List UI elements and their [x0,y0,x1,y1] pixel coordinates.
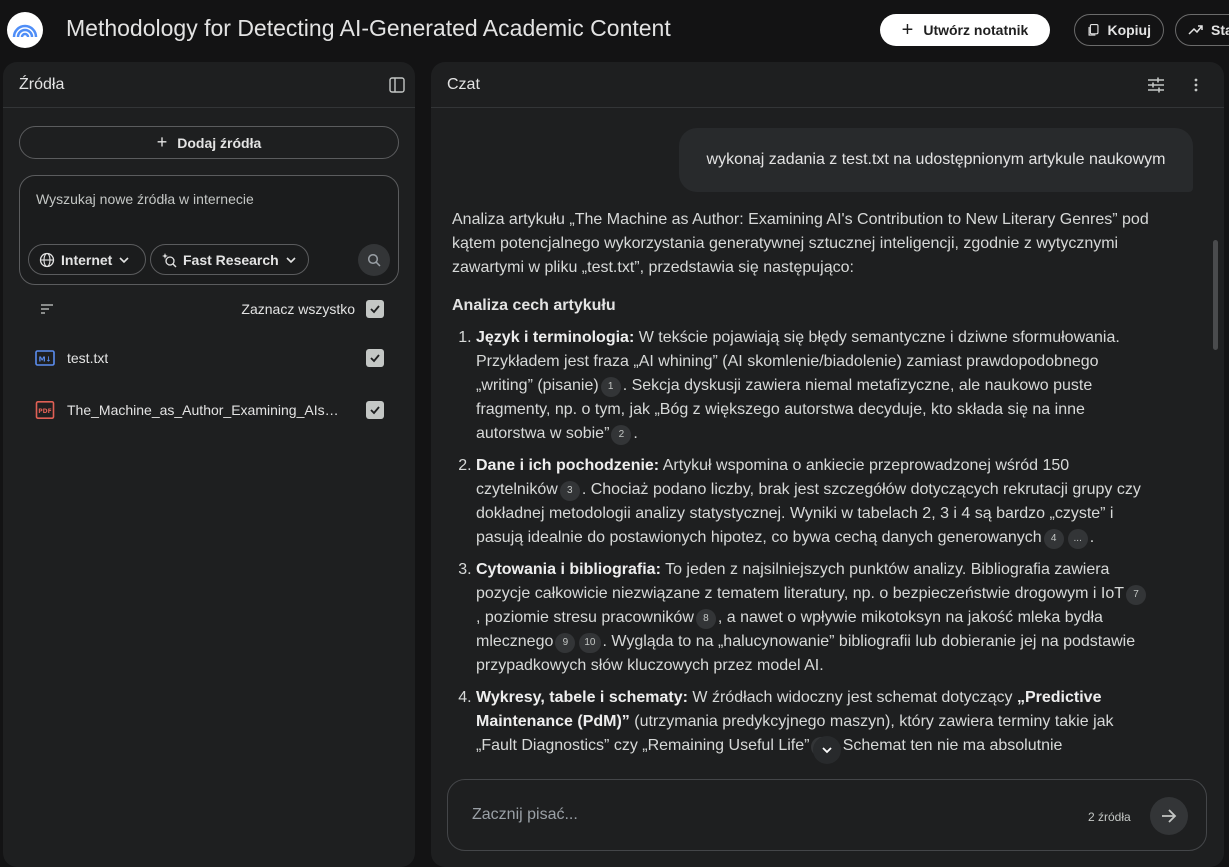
citation-more-chip[interactable]: ... [1067,529,1088,549]
chat-composer: Zacznij pisać... 2 źródła [447,779,1207,851]
item-title: Cytowania i bibliografia: [476,561,661,578]
citation-chip[interactable]: 7 [1125,585,1146,605]
chevron-down-icon [286,256,296,263]
chevron-down-icon [119,256,129,263]
chevron-down-icon [822,747,832,754]
panel-collapse-icon[interactable] [389,77,405,93]
source-count-label: 2 źródła [1088,810,1131,824]
list-item: Dane i ich pochodzenie: Artykuł wspomina… [476,454,1152,550]
citation-chip[interactable]: 9 [555,633,576,653]
markdown-file-icon: M↓ [35,350,55,366]
internet-label: Internet [61,251,113,268]
item-text: . [633,425,638,442]
source-name: test.txt [67,350,109,366]
copy-icon [1088,23,1099,36]
send-button[interactable] [1150,797,1188,835]
item-text: . [1089,529,1095,546]
citation-chip[interactable]: 1 [600,377,621,397]
arrow-right-icon [1162,809,1177,823]
sources-panel: Źródła + Dodaj źródła Wyszukaj nowe źród… [3,62,415,867]
list-item: Język i terminologia: W tekście pojawiaj… [476,326,1152,446]
list-item: Cytowania i bibliografia: To jeden z naj… [476,558,1152,678]
citation-chip[interactable]: 8 [695,609,716,629]
scroll-down-button[interactable] [813,736,841,764]
select-all-label: Zaznacz wszystko [241,301,355,317]
analysis-list: Język i terminologia: W tekście pojawiaj… [452,326,1152,758]
source-item[interactable]: M↓ test.txt [3,338,415,378]
add-sources-label: Dodaj źródła [177,134,262,151]
select-all-checkbox[interactable] [366,300,384,318]
source-checkbox[interactable] [366,401,384,419]
notebook-title[interactable]: Methodology for Detecting AI-Generated A… [66,15,671,42]
create-notebook-button[interactable]: + Utwórz notatnik [880,14,1050,46]
item-text: . Schemat ten nie ma absolutnie [833,737,1063,754]
chat-panel: Czat wykonaj zadania z test.txt na udost… [431,62,1224,867]
select-all-row: Zaznacz wszystko [3,289,415,329]
sort-icon[interactable] [40,303,54,315]
copy-button[interactable]: Kopiuj [1074,14,1164,46]
check-icon [370,354,380,363]
check-icon [370,305,380,314]
add-sources-button[interactable]: + Dodaj źródła [19,126,399,159]
notebook-logo-icon[interactable] [7,12,43,48]
citation-chip[interactable]: 2 [611,425,632,445]
search-icon [367,253,381,267]
create-notebook-label: Utwórz notatnik [923,22,1029,38]
globe-icon [39,252,55,267]
item-title: Język i terminologia: [476,329,635,346]
source-item[interactable]: PDF The_Machine_as_Author_Examining_AIs_… [3,390,415,430]
stats-label: Sta [1211,22,1229,38]
research-mode-dropdown[interactable]: Fast Research [150,244,309,275]
item-text: . Wygląda to na „halucynowanie” bibliogr… [476,633,1136,674]
research-mode-label: Fast Research [183,251,279,268]
response-section-heading: Analiza cech artykułu [452,297,616,314]
copy-label: Kopiuj [1107,22,1151,38]
citation-chip[interactable]: 10 [579,633,601,653]
item-text: , poziomie stresu pracowników [476,609,694,626]
search-input[interactable]: Wyszukaj nowe źródła w internecie [36,191,254,207]
search-submit-button[interactable] [358,244,390,276]
sparkle-search-icon [162,252,177,267]
response-intro: Analiza artykułu „The Machine as Author:… [452,211,1149,276]
content-fade [431,762,1224,780]
more-vert-icon[interactable] [1193,78,1199,92]
source-name: The_Machine_as_Author_Examining_AIs_... [67,402,342,418]
item-title: Dane i ich pochodzenie: [476,457,660,474]
message-input[interactable]: Zacznij pisać... [472,806,578,824]
sources-title: Źródła [19,75,65,93]
item-title: Wykresy, tabele i schematy: [476,689,688,706]
trend-icon [1188,25,1203,35]
svg-text:M↓: M↓ [39,356,52,364]
citation-chip[interactable]: 3 [559,481,580,501]
app-header: Methodology for Detecting AI-Generated A… [0,0,1229,60]
pdf-file-icon: PDF [35,401,55,419]
plus-icon: + [901,19,914,41]
assistant-response: Analiza artykułu „The Machine as Author:… [452,208,1152,766]
internet-source-dropdown[interactable]: Internet [28,244,146,275]
plus-icon: + [156,132,168,152]
source-checkbox[interactable] [366,349,384,367]
user-message: wykonaj zadania z test.txt na udostępnio… [679,128,1193,192]
tune-icon[interactable] [1147,77,1165,93]
chat-title: Czat [447,75,480,93]
svg-text:PDF: PDF [38,408,51,415]
chat-header: Czat [431,62,1224,108]
web-source-search: Wyszukaj nowe źródła w internecie Intern… [19,175,399,285]
stats-button[interactable]: Sta [1175,14,1229,46]
chat-scrollbar[interactable] [1213,240,1218,350]
check-icon [370,406,380,415]
citation-chip[interactable]: 4 [1043,529,1064,549]
sources-header: Źródła [3,62,415,108]
item-text: W źródłach widoczny jest schemat dotyczą… [687,689,1017,706]
